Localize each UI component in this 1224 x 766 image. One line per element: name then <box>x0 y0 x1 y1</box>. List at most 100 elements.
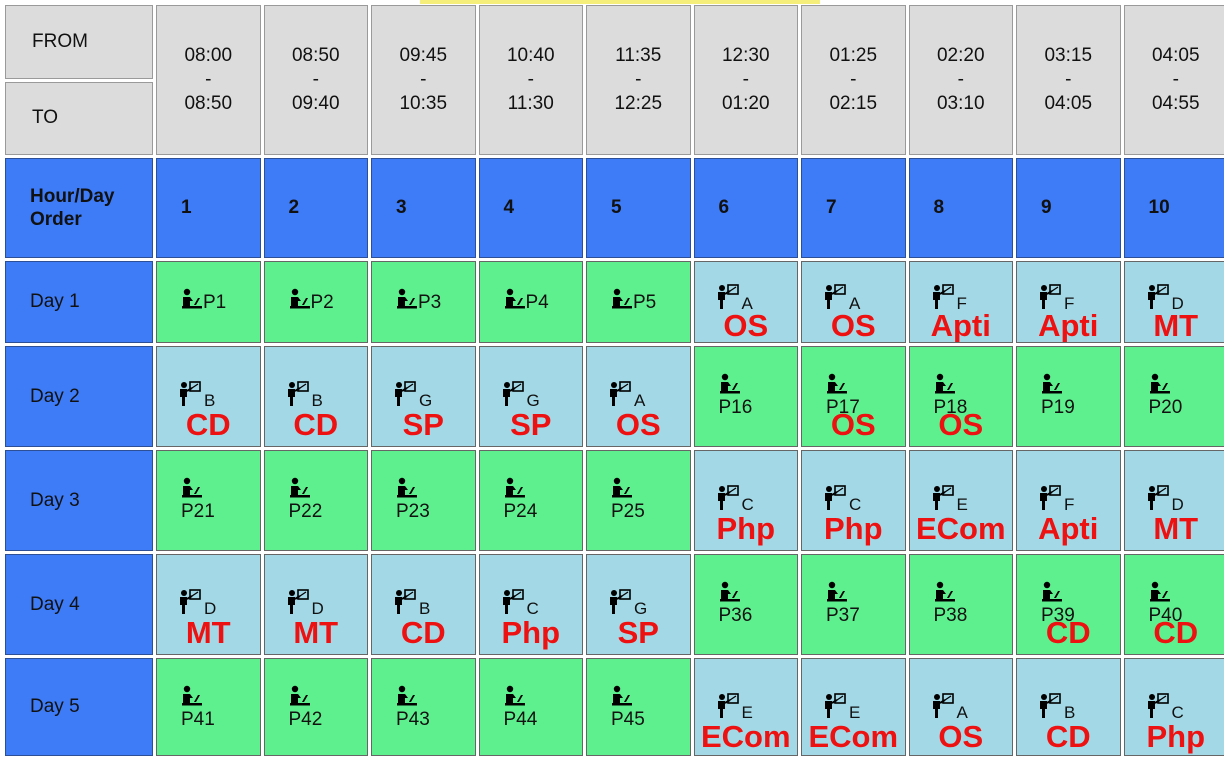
teacher-board-icon <box>1039 693 1061 719</box>
theory-period-cell[interactable]: A OS <box>908 658 1013 756</box>
subject-name: OS <box>615 407 661 442</box>
theory-period-cell[interactable]: C Php <box>693 450 798 551</box>
lab-period-cell[interactable]: P3 <box>371 261 476 343</box>
lab-period-cell[interactable]: P25 <box>586 450 691 551</box>
lab-period-cell[interactable]: P36 <box>693 554 798 655</box>
lab-period-cell[interactable]: P5 <box>586 261 691 343</box>
lab-period-cell[interactable]: P44 <box>478 658 583 756</box>
time-sep: - <box>957 69 964 90</box>
lab-period-cell[interactable]: P1 <box>156 261 261 343</box>
lab-period-cell[interactable]: P23 <box>371 450 476 551</box>
theory-period-cell[interactable]: F Apti <box>1016 261 1121 343</box>
day-label: Day 4 <box>5 554 153 655</box>
from-to-header: FROM TO <box>5 5 153 155</box>
theory-period-cell[interactable]: B CD <box>263 346 368 447</box>
theory-period-cell[interactable]: A OS <box>801 261 906 343</box>
lab-period-cell[interactable]: P45 <box>586 658 691 756</box>
time-to: 12:25 <box>614 93 663 114</box>
lab-code: P41 <box>181 709 215 730</box>
lab-code: P38 <box>933 605 968 626</box>
time-from: 04:05 <box>1151 45 1200 66</box>
subject-name: SP <box>617 615 659 650</box>
subject-name: MT <box>1153 511 1199 546</box>
subject-name: OS <box>830 407 876 442</box>
time-slot-5: 11:35 - 12:25 <box>586 5 691 155</box>
theory-period-cell[interactable]: B CD <box>371 554 476 655</box>
lab-period-cell[interactable]: P43 <box>371 658 476 756</box>
theory-period-cell[interactable]: B CD <box>156 346 261 447</box>
theory-period-cell[interactable]: F Apti <box>1016 450 1121 551</box>
time-sep: - <box>1172 69 1179 90</box>
theory-period-cell[interactable]: G SP <box>371 346 476 447</box>
lab-period-cell[interactable]: P18 OS <box>908 346 1013 447</box>
teacher-board-icon <box>1039 284 1061 310</box>
time-from: 03:15 <box>1044 45 1093 66</box>
lab-period-cell[interactable]: P39 CD <box>1016 554 1121 655</box>
lab-code: P19 <box>1041 397 1075 418</box>
lab-period-cell[interactable]: P22 <box>263 450 368 551</box>
lab-period-cell[interactable]: P40 CD <box>1123 554 1224 655</box>
lab-period-cell[interactable]: P19 <box>1016 346 1121 447</box>
theory-period-cell[interactable]: C Php <box>1123 658 1224 756</box>
lab-period-cell[interactable]: P17 OS <box>801 346 906 447</box>
theory-period-cell[interactable]: A OS <box>586 346 691 447</box>
lab-period-cell[interactable]: P24 <box>478 450 583 551</box>
lab-code: P20 <box>1148 397 1183 418</box>
lab-period-cell[interactable]: P16 <box>693 346 798 447</box>
theory-period-cell[interactable]: D MT <box>1123 450 1224 551</box>
theory-period-cell[interactable]: A OS <box>693 261 798 343</box>
student-computer-icon <box>181 288 203 310</box>
lab-period-cell[interactable]: P21 <box>156 450 261 551</box>
theory-period-cell[interactable]: B CD <box>1016 658 1121 756</box>
student-computer-icon <box>719 373 741 395</box>
lab-period-cell[interactable]: P38 <box>908 554 1013 655</box>
student-computer-icon <box>611 477 633 499</box>
lab-period-cell[interactable]: P37 <box>801 554 906 655</box>
theory-period-cell[interactable]: D MT <box>1123 261 1224 343</box>
lab-code: P21 <box>181 501 215 522</box>
time-to: 11:30 <box>507 93 554 114</box>
time-from: 12:30 <box>721 45 770 66</box>
teacher-board-icon <box>932 284 954 310</box>
teacher-board-icon <box>1147 485 1169 511</box>
top-banner-strip <box>420 0 820 4</box>
time-from: 09:45 <box>399 45 448 66</box>
student-computer-icon <box>1041 581 1063 603</box>
time-to: 01:20 <box>721 93 770 114</box>
lab-period-cell[interactable]: P4 <box>478 261 583 343</box>
time-from: 11:35 <box>615 45 662 66</box>
hour-number-7: 7 <box>801 158 906 258</box>
time-slot-1: 08:00 - 08:50 <box>156 5 261 155</box>
theory-period-cell[interactable]: F Apti <box>908 261 1013 343</box>
student-computer-icon <box>289 477 311 499</box>
subject-name: OS <box>830 308 876 343</box>
theory-period-cell[interactable]: D MT <box>156 554 261 655</box>
time-sep: - <box>527 69 534 90</box>
theory-period-cell[interactable]: E ECom <box>908 450 1013 551</box>
lab-period-cell[interactable]: P42 <box>263 658 368 756</box>
subject-name: Php <box>1146 719 1206 754</box>
theory-period-cell[interactable]: G SP <box>586 554 691 655</box>
theory-period-cell[interactable]: C Php <box>478 554 583 655</box>
theory-period-cell[interactable]: G SP <box>478 346 583 447</box>
theory-period-cell[interactable]: C Php <box>801 450 906 551</box>
subject-name: ECom <box>808 719 899 754</box>
student-computer-icon <box>611 288 633 310</box>
time-from: 10:40 <box>506 45 555 66</box>
time-slot-8: 02:20 - 03:10 <box>908 5 1013 155</box>
theory-period-cell[interactable]: E ECom <box>693 658 798 756</box>
lab-period-cell[interactable]: P2 <box>263 261 368 343</box>
time-sep: - <box>312 69 319 90</box>
day-label: Day 3 <box>5 450 153 551</box>
time-sep: - <box>420 69 427 90</box>
student-computer-icon <box>611 685 633 707</box>
student-computer-icon <box>289 288 311 310</box>
lab-period-cell[interactable]: P41 <box>156 658 261 756</box>
theory-period-cell[interactable]: E ECom <box>801 658 906 756</box>
lab-period-cell[interactable]: P20 <box>1123 346 1224 447</box>
theory-period-cell[interactable]: D MT <box>263 554 368 655</box>
teacher-board-icon <box>179 381 201 407</box>
student-computer-icon <box>289 685 311 707</box>
lab-code: P22 <box>288 501 323 522</box>
student-computer-icon <box>396 288 418 310</box>
